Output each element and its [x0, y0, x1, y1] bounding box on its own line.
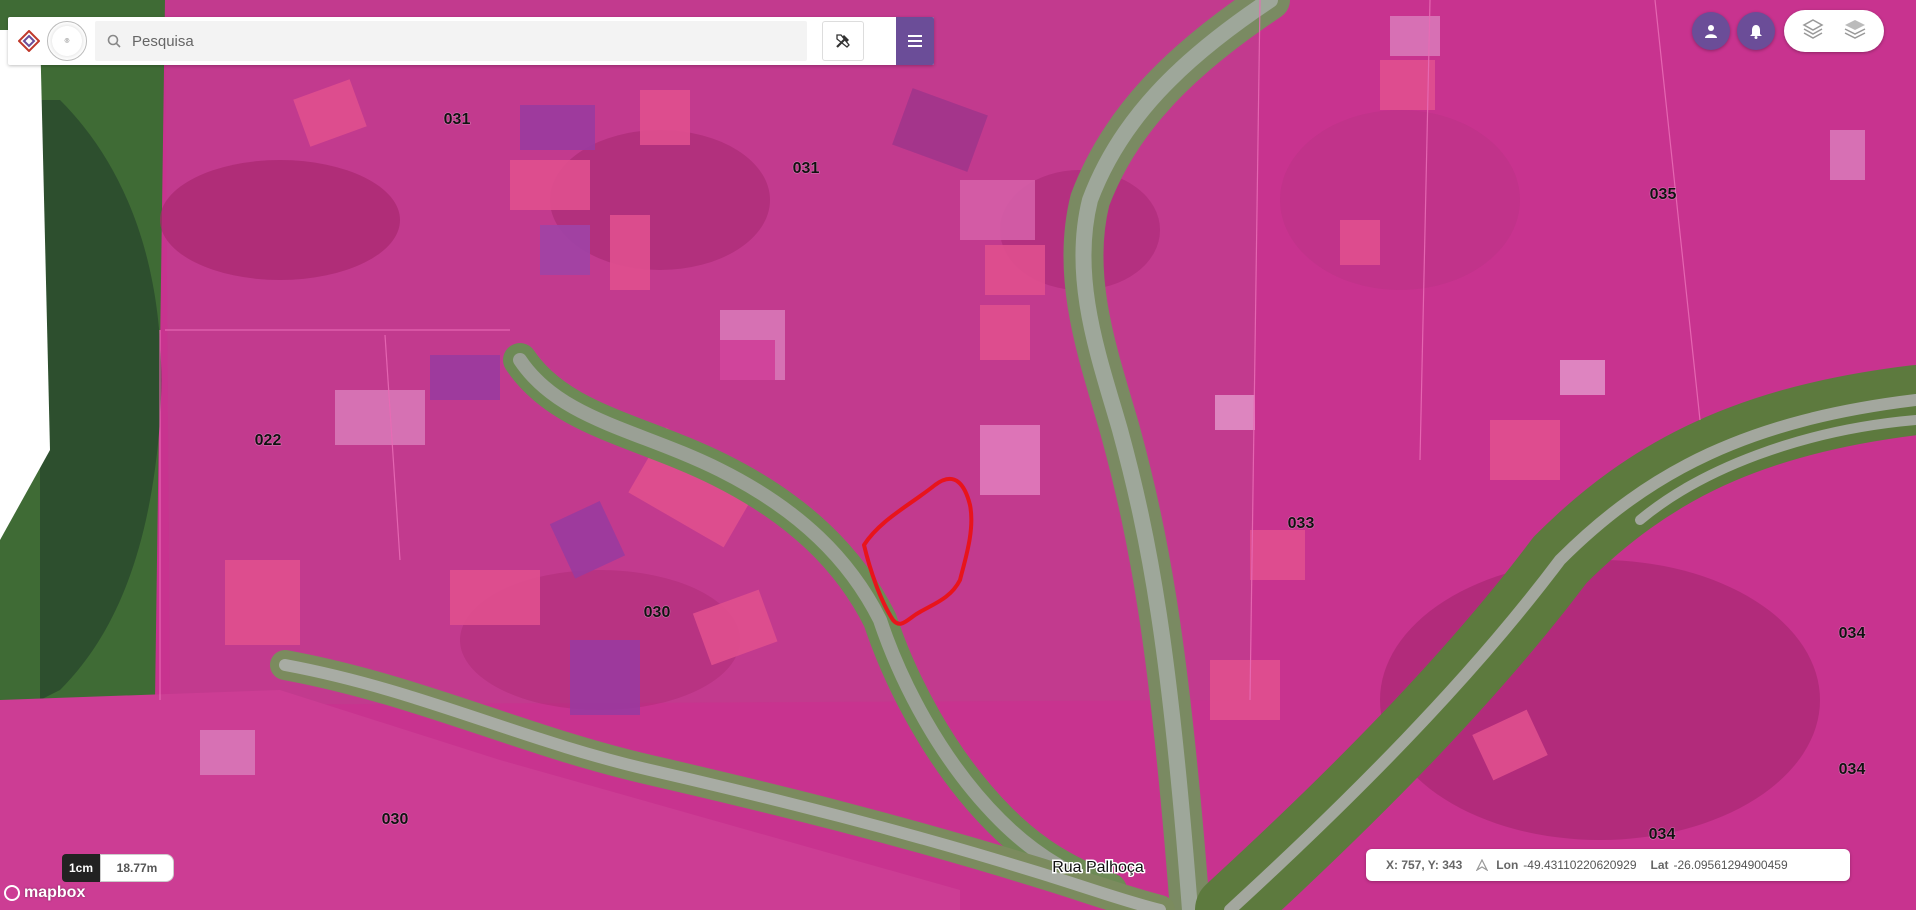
lon-label: Lon — [1496, 858, 1519, 872]
parcel-label: 030 — [644, 604, 671, 621]
mapbox-wordmark: mapbox — [24, 884, 86, 901]
map-scale: 1cm 18.77m — [62, 854, 174, 882]
bell-icon — [1750, 24, 1762, 39]
map-canvas[interactable]: 031 031 022 030 030 033 035 034 034 034 … — [0, 0, 1916, 910]
notifications-button[interactable] — [1737, 12, 1775, 50]
north-arrow-icon — [1476, 859, 1489, 871]
parcel-label: 033 — [1288, 515, 1315, 532]
parcel-label: 031 — [793, 160, 820, 177]
municipality-seal-logo: ◎ — [47, 21, 87, 61]
parcel-label: 034 — [1839, 625, 1866, 642]
layers-outline-icon — [1801, 18, 1824, 39]
pixel-coords: X: 757, Y: 343 — [1386, 858, 1463, 872]
street-label: Rua Palhoça — [1052, 859, 1144, 876]
scale-distance: 18.77m — [100, 854, 174, 882]
mapbox-logo[interactable]: mapbox — [4, 884, 85, 902]
search-box[interactable] — [95, 21, 807, 61]
base-layer-button[interactable] — [1801, 18, 1824, 45]
parcel-label: 035 — [1650, 186, 1677, 203]
menu-button[interactable] — [896, 17, 934, 65]
parcel-label: 031 — [444, 111, 471, 128]
overlay-layer-button[interactable] — [1843, 18, 1867, 45]
app-logo[interactable] — [15, 27, 43, 55]
search-toolbar: ◎ — [8, 17, 934, 65]
layer-switcher — [1784, 10, 1884, 52]
coordinate-readout: X: 757, Y: 343 Lon -49.43110220620929 La… — [1366, 849, 1850, 881]
mapbox-icon — [4, 885, 20, 901]
scale-unit: 1cm — [62, 854, 100, 882]
search-icon — [107, 34, 121, 48]
user-icon — [1705, 25, 1717, 38]
parcel-label: 034 — [1649, 826, 1676, 843]
parcel-label: 034 — [1839, 761, 1866, 778]
lon-value: -49.43110220620929 — [1523, 858, 1637, 872]
lat-value: -26.09561294900459 — [1673, 858, 1788, 872]
lat-label: Lat — [1650, 858, 1669, 872]
tools-icon — [836, 34, 850, 48]
search-input[interactable] — [130, 31, 774, 51]
parcel-label: 030 — [382, 811, 409, 828]
layers-icon — [1844, 19, 1865, 39]
parcel-label: 022 — [255, 432, 282, 449]
user-button[interactable] — [1692, 12, 1730, 50]
tools-button[interactable] — [822, 21, 864, 61]
menu-icon — [908, 35, 922, 47]
